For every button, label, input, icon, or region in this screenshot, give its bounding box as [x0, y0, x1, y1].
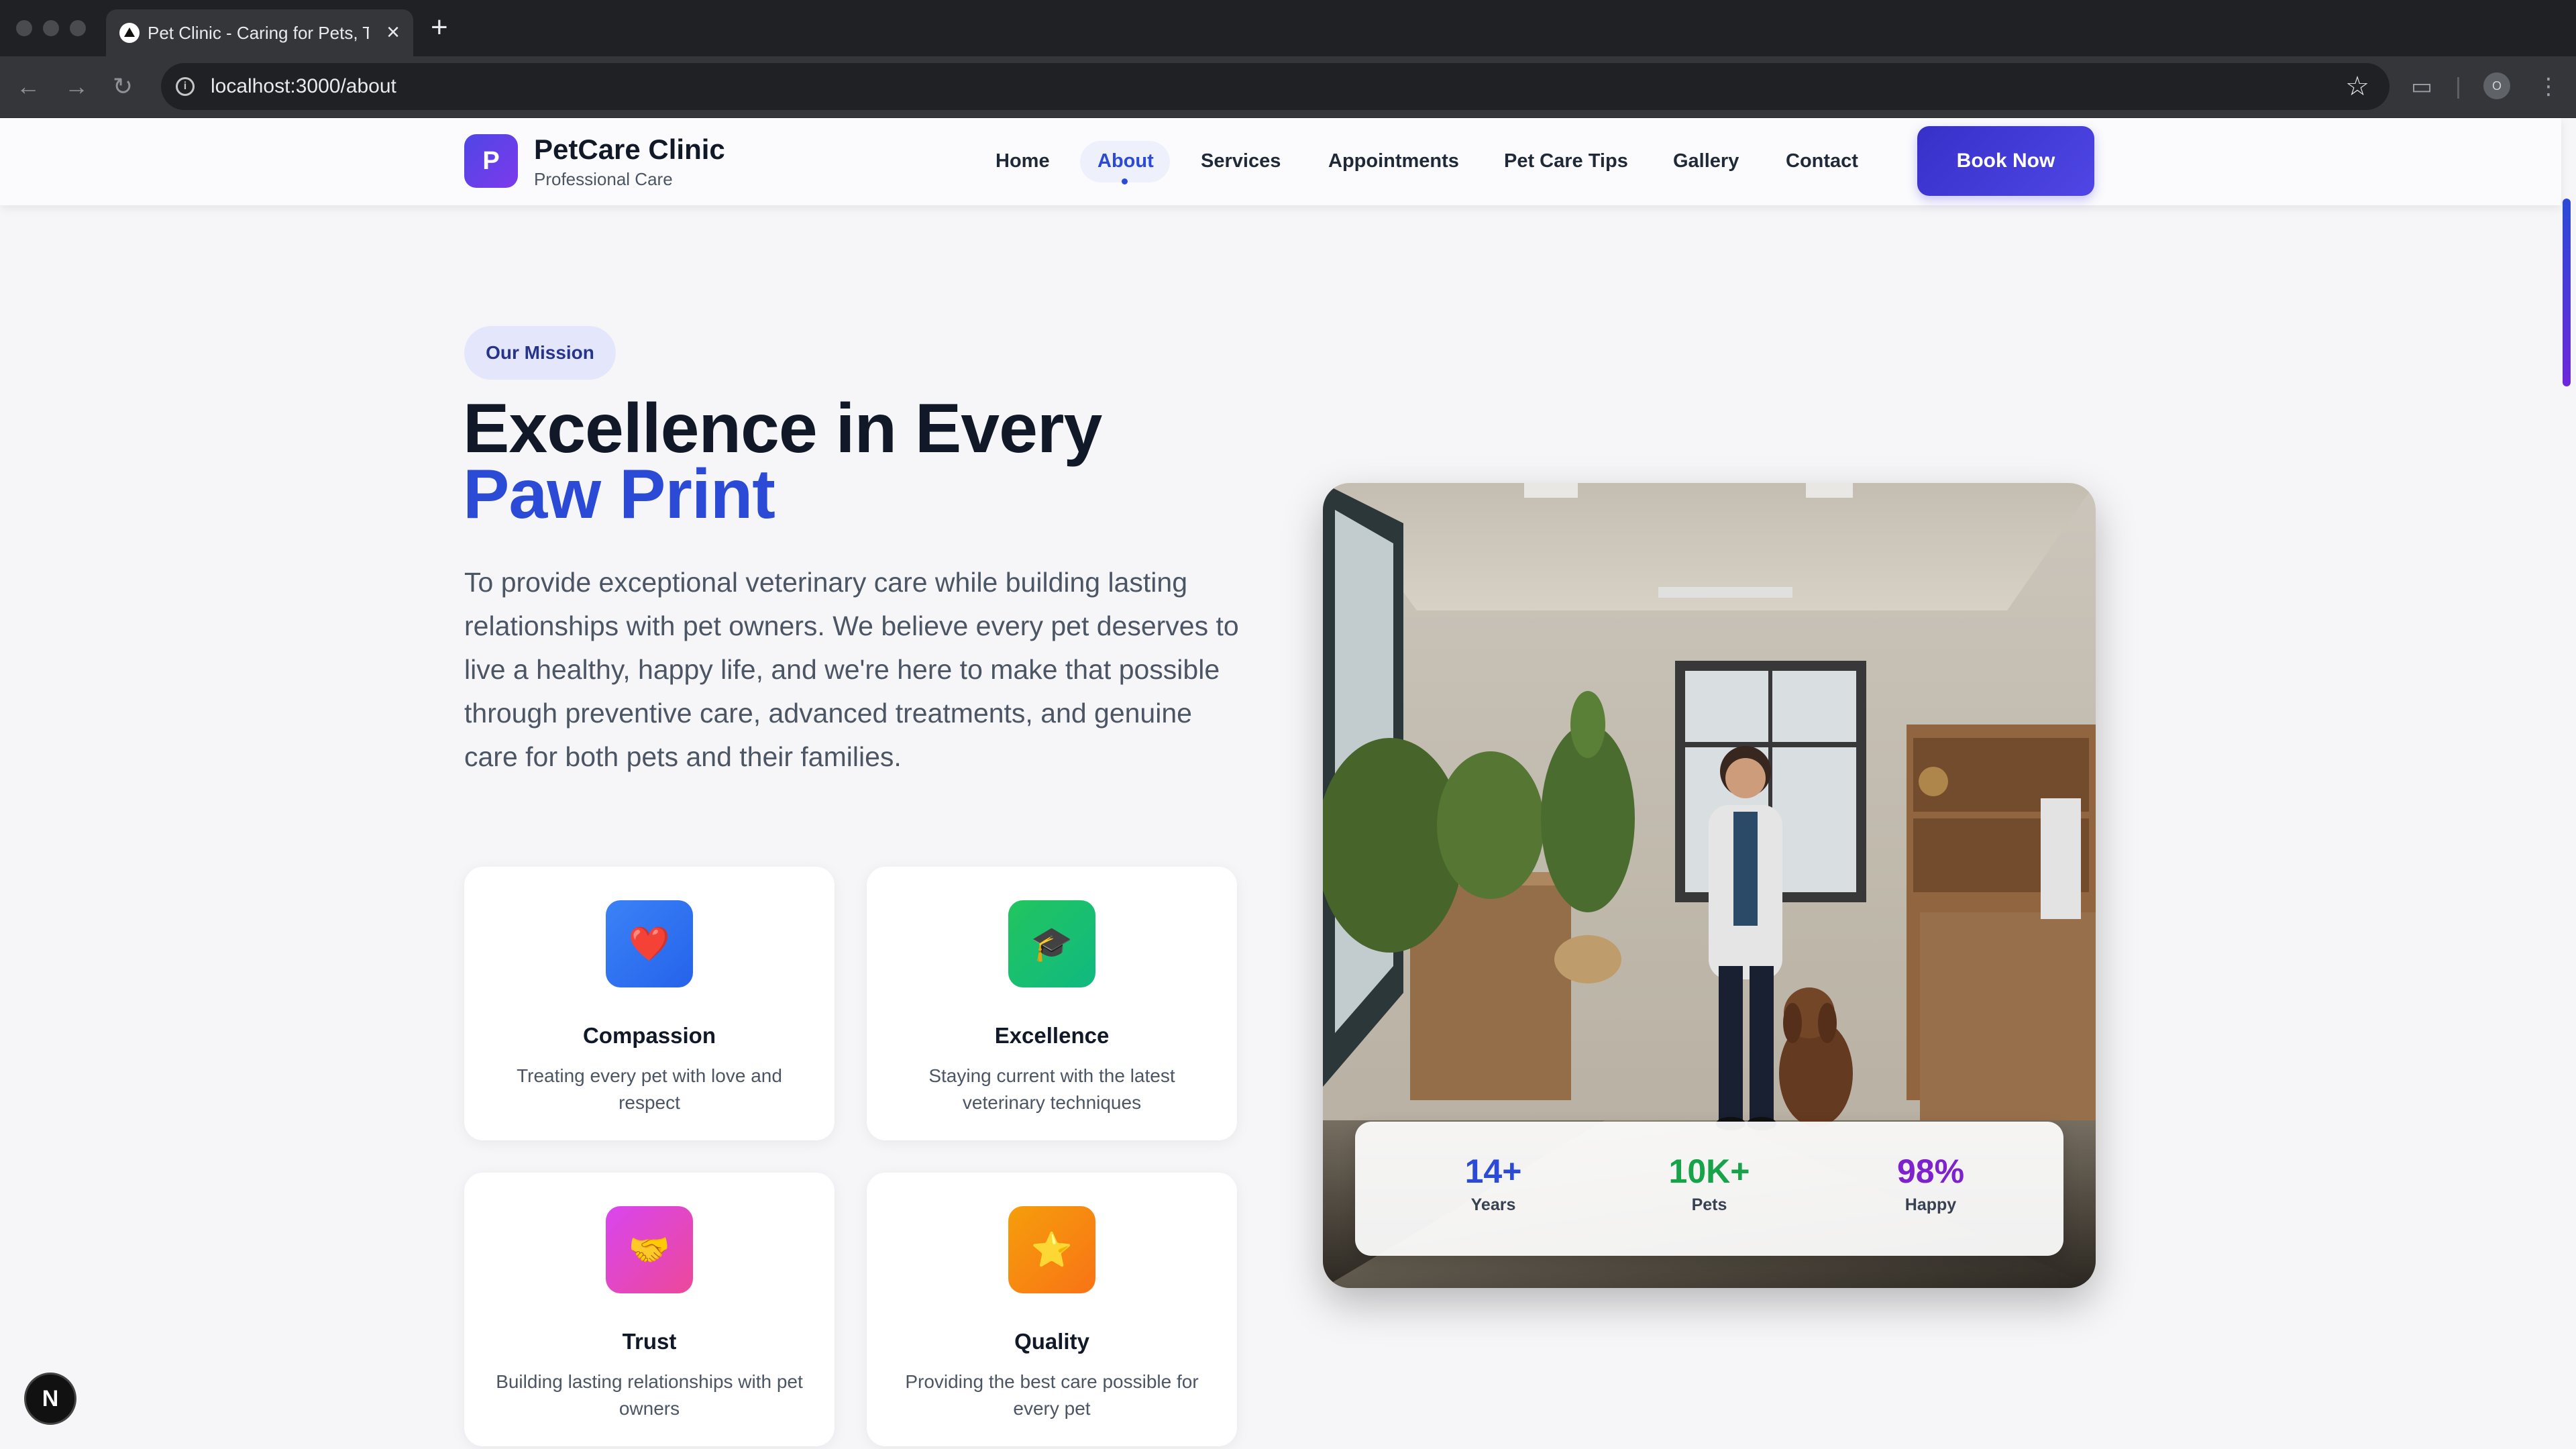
book-now-button[interactable]: Book Now — [1917, 126, 2094, 196]
nav-services[interactable]: Services — [1201, 148, 1281, 174]
browser-tab[interactable]: Pet Clinic - Caring for Pets, Tr × — [106, 9, 413, 56]
stat-happy: 98% Happy — [1830, 1151, 2031, 1218]
value-description: Staying current with the latest veterina… — [928, 1065, 1175, 1113]
stat-label: Years — [1470, 1195, 1516, 1214]
window-minimize-dot[interactable] — [43, 20, 59, 36]
value-card-compassion: ❤️ Compassion Treating every pet with lo… — [464, 867, 835, 1140]
site-name[interactable]: PetCare Clinic — [534, 133, 725, 166]
tab-favicon-icon — [119, 23, 140, 43]
site-info-icon[interactable]: i — [176, 77, 195, 96]
value-description: Building lasting relationships with pet … — [496, 1371, 803, 1419]
value-card-trust: 🤝 Trust Building lasting relationships w… — [464, 1173, 835, 1446]
tab-search-icon[interactable]: ▭ — [2411, 71, 2432, 102]
nav-about[interactable]: About — [1097, 148, 1154, 174]
graduation-cap-icon: 🎓 — [1008, 900, 1095, 987]
value-description: Providing the best care possible for eve… — [905, 1371, 1199, 1419]
handshake-icon: 🤝 — [606, 1206, 693, 1293]
stat-pets: 10K+ Pets — [1609, 1151, 1810, 1218]
nav-contact[interactable]: Contact — [1786, 148, 1858, 174]
nav-pet-care-tips[interactable]: Pet Care Tips — [1504, 148, 1628, 174]
reload-icon[interactable]: ↻ — [113, 71, 133, 102]
site-header: P PetCare Clinic Professional Care Home … — [0, 118, 2561, 205]
title-line-2: Paw Print — [463, 455, 775, 533]
tab-close-icon[interactable]: × — [386, 20, 400, 44]
nav-gallery[interactable]: Gallery — [1673, 148, 1739, 174]
browser-toolbar: ← → ↻ i localhost:3000/about ☆ ▭ | ⋮ — [0, 56, 2576, 118]
dev-tools-badge[interactable]: N — [24, 1373, 76, 1425]
tab-title: Pet Clinic - Caring for Pets, Tr — [148, 23, 369, 43]
stats-panel: 14+ Years 10K+ Pets 98% Happy — [1355, 1122, 2063, 1256]
stat-label: Happy — [1904, 1195, 1957, 1214]
address-url[interactable]: localhost:3000/about — [211, 75, 396, 98]
browser-tab-strip: Pet Clinic - Caring for Pets, Tr × + — [0, 0, 2576, 56]
forward-icon[interactable]: → — [64, 71, 89, 102]
nav-home[interactable]: Home — [996, 148, 1050, 174]
value-title: Trust — [622, 1329, 677, 1354]
logo-mark[interactable]: P — [464, 134, 518, 188]
browser-menu-icon[interactable]: ⋮ — [2537, 71, 2560, 102]
bookmark-star-icon[interactable]: ☆ — [2345, 71, 2369, 102]
address-bar[interactable]: i localhost:3000/about ☆ — [161, 63, 2390, 110]
stat-value: 10K+ — [1668, 1152, 1750, 1190]
profile-avatar[interactable]: O — [2483, 72, 2510, 99]
section-pill: Our Mission — [464, 326, 616, 380]
scrollbar-thumb[interactable] — [2563, 199, 2571, 386]
stat-value: 14+ — [1464, 1152, 1522, 1190]
stat-years: 14+ Years — [1393, 1151, 1594, 1218]
window-zoom-dot[interactable] — [70, 20, 86, 36]
page-title: Excellence in Every Paw Print — [463, 394, 1102, 533]
new-tab-icon[interactable]: + — [431, 11, 448, 44]
mission-paragraph: To provide exceptional veterinary care w… — [464, 567, 1239, 772]
value-title: Compassion — [582, 1023, 716, 1048]
star-icon: ⭐ — [1008, 1206, 1095, 1293]
nav-appointments[interactable]: Appointments — [1328, 148, 1459, 174]
site-tagline: Professional Care — [534, 169, 673, 189]
value-title: Quality — [1014, 1329, 1089, 1354]
nav-active-dot — [1122, 178, 1128, 184]
value-card-excellence: 🎓 Excellence Staying current with the la… — [867, 867, 1237, 1140]
stat-value: 98% — [1896, 1152, 1965, 1190]
heart-icon: ❤️ — [606, 900, 693, 987]
page-viewport: P PetCare Clinic Professional Care Home … — [0, 118, 2576, 1449]
window-close-dot[interactable] — [16, 20, 32, 36]
stat-label: Pets — [1691, 1195, 1727, 1214]
value-card-quality: ⭐ Quality Providing the best care possib… — [867, 1173, 1237, 1446]
toolbar-divider: | — [2455, 74, 2461, 99]
value-description: Treating every pet with love and respect — [517, 1065, 782, 1113]
value-title: Excellence — [994, 1023, 1110, 1048]
back-icon[interactable]: ← — [16, 71, 40, 102]
